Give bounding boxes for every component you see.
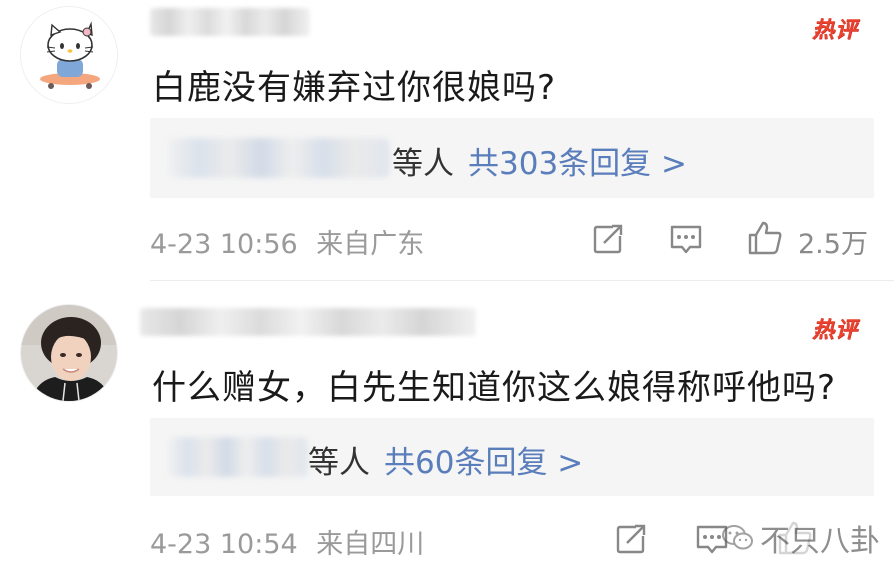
comment-icon[interactable] bbox=[668, 222, 704, 256]
hot-comment-badge: 热评 bbox=[812, 18, 859, 43]
reply-users-suffix: 等人 bbox=[392, 146, 454, 182]
divider bbox=[150, 280, 894, 281]
comment-text: 白鹿没有嫌弃过你很娘吗? bbox=[152, 68, 557, 108]
reply-preview[interactable]: 等人 共303条回复 > bbox=[150, 118, 874, 198]
location: 来自四川 bbox=[316, 529, 425, 560]
watermark: 不只八卦 bbox=[722, 516, 880, 560]
share-icon[interactable] bbox=[591, 222, 625, 256]
comment-meta: 4-23 10:56 来自广东 bbox=[150, 222, 424, 261]
reply-preview[interactable]: 等人 共60条回复 > bbox=[150, 418, 874, 496]
hello-kitty-icon bbox=[21, 7, 117, 103]
user-photo-icon bbox=[21, 305, 117, 401]
avatar[interactable] bbox=[20, 6, 118, 104]
avatar[interactable] bbox=[20, 304, 118, 402]
wechat-icon bbox=[722, 525, 753, 550]
like-count: 2.5万 bbox=[798, 229, 868, 260]
reply-users-suffix: 等人 bbox=[308, 445, 370, 481]
reply-summary[interactable]: 等人 共303条回复 > bbox=[392, 138, 687, 183]
share-icon[interactable] bbox=[614, 522, 648, 556]
comment-meta: 4-23 10:54 来自四川 bbox=[150, 522, 424, 561]
timestamp: 4-23 10:56 bbox=[150, 229, 298, 260]
like-icon[interactable] bbox=[746, 220, 784, 256]
location: 来自广东 bbox=[316, 229, 425, 260]
reply-users-redacted bbox=[168, 138, 390, 178]
username-redacted[interactable] bbox=[150, 8, 310, 36]
reply-count-link[interactable]: 共60条回复 > bbox=[384, 445, 583, 481]
timestamp: 4-23 10:54 bbox=[150, 529, 298, 560]
reply-summary[interactable]: 等人 共60条回复 > bbox=[308, 437, 583, 482]
watermark-text: 不只八卦 bbox=[760, 524, 880, 559]
comment-text: 什么赠女，白先生知道你这么娘得称呼他吗? bbox=[152, 368, 837, 408]
username-redacted[interactable] bbox=[140, 308, 476, 336]
reply-count-link[interactable]: 共303条回复 > bbox=[468, 146, 687, 182]
reply-users-redacted bbox=[168, 437, 308, 477]
comment-item: 热评 白鹿没有嫌弃过你很娘吗? 等人 共303条回复 > 4-23 10:56 来… bbox=[0, 0, 894, 280]
hot-comment-badge: 热评 bbox=[812, 318, 859, 343]
